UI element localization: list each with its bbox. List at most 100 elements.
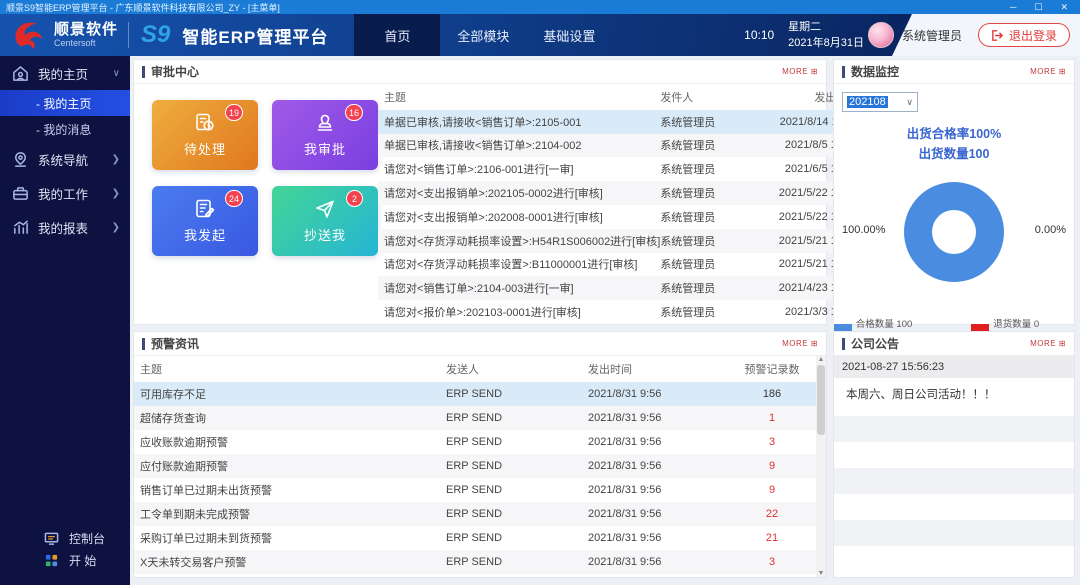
- donut-label-left: 100.00%: [842, 224, 885, 236]
- nav-tab-home[interactable]: 首页: [354, 14, 440, 56]
- sidebar-group-my-reports[interactable]: 我的报表 ❯: [0, 210, 130, 244]
- monitor-panel-head: 数据监控 MORE ⊞: [834, 60, 1074, 84]
- maximize-button[interactable]: ☐: [1034, 2, 1042, 13]
- approval-row[interactable]: 请您对<支出报销单>:202008-0001进行[审核] 系统管理员 2021/…: [378, 205, 864, 229]
- scroll-up-icon[interactable]: ▲: [818, 356, 825, 363]
- sidebar-group-my-work[interactable]: 我的工作 ❯: [0, 176, 130, 210]
- approval-row[interactable]: 请您对<销售订单>:2106-001进行[一审] 系统管理员 2021/6/5 …: [378, 157, 864, 181]
- cc-me-card[interactable]: 2 抄送我: [272, 186, 378, 256]
- clock-time: 10:10: [744, 28, 774, 42]
- approval-more-link[interactable]: MORE ⊞: [782, 67, 818, 76]
- sidebar-item-my-messages[interactable]: - 我的消息: [0, 116, 130, 142]
- approval-table-header: 主题 发件人 发出时间: [378, 84, 864, 110]
- alert-row[interactable]: 工令单到期未完成预警 ERP SEND 2021/8/31 9:56 22: [134, 502, 816, 526]
- alert-row[interactable]: 可用库存不足 ERP SEND 2021/8/31 9:56 186: [134, 382, 816, 406]
- alerts-more-link[interactable]: MORE ⊞: [782, 339, 818, 348]
- notice-panel-title: 公司公告: [851, 335, 899, 352]
- notice-timestamp: 2021-08-27 15:56:23: [834, 356, 1074, 378]
- console-button[interactable]: 控制台: [44, 527, 130, 549]
- approval-row[interactable]: 请您对<存货浮动耗损率设置>:H54R1S006002进行[审核] 系统管理员 …: [378, 229, 864, 253]
- briefcase-icon: [12, 185, 29, 202]
- title-bar-accent: [142, 338, 145, 350]
- main-nav: 首页 全部模块 基础设置: [354, 14, 612, 56]
- initiated-card[interactable]: 24 我发起: [152, 186, 258, 256]
- clock-weekday: 星期二: [788, 21, 821, 33]
- pending-count-badge: 19: [225, 104, 243, 121]
- sidebar-group-label: 系统导航: [38, 150, 88, 169]
- product-title: 智能ERP管理平台: [182, 23, 328, 48]
- alert-row[interactable]: 采购订单已过期未到货预警 ERP SEND 2021/8/31 9:56 21: [134, 526, 816, 550]
- chevron-down-icon: ∨: [113, 68, 120, 79]
- scroll-down-icon[interactable]: ▼: [818, 570, 825, 577]
- notice-empty-row: [834, 442, 1074, 468]
- col-count: 预警记录数: [734, 361, 810, 377]
- approval-row[interactable]: 单据已审核,请接收<销售订单>:2105-001 系统管理员 2021/8/14…: [378, 110, 864, 134]
- pending-card-label: 待处理: [184, 139, 226, 158]
- nav-tab-basic-settings[interactable]: 基础设置: [526, 14, 612, 56]
- home-icon: [12, 65, 29, 82]
- location-pin-icon: [12, 151, 29, 168]
- approval-row[interactable]: 请您对<报价单>:202103-0001进行[审核] 系统管理员 2021/3/…: [378, 300, 864, 324]
- brand-name-cn: 顺景软件: [54, 22, 118, 37]
- sidebar-children: - 我的主页 - 我的消息: [0, 90, 130, 142]
- alert-row[interactable]: X天未转交易客户预警 ERP SEND 2021/8/31 9:56 3: [134, 550, 816, 574]
- approval-row[interactable]: 请您对<存货浮动耗损率设置>:B11000001进行[审核] 系统管理员 202…: [378, 253, 864, 277]
- cc-me-count-badge: 2: [346, 190, 363, 207]
- notice-empty-row: [834, 416, 1074, 442]
- my-approvals-card-label: 我审批: [304, 139, 346, 158]
- scroll-thumb[interactable]: [817, 365, 825, 435]
- doc-edit-icon: [194, 198, 216, 220]
- alerts-table: 主题 发送人 发出时间 预警记录数 可用库存不足 ERP SEND 2021/8…: [134, 356, 826, 577]
- brand: 顺景软件 Centersoft S9 智能ERP管理平台: [0, 18, 328, 52]
- approval-row[interactable]: 请您对<销售订单>:2104-003进行[一审] 系统管理员 2021/4/23…: [378, 276, 864, 300]
- alerts-scrollbar[interactable]: ▲ ▼: [816, 356, 826, 577]
- window-title: 顺景S9智能ERP管理平台 - 广东顺景软件科技有限公司_ZY - [主菜单]: [6, 1, 280, 14]
- nav-tab-all-modules[interactable]: 全部模块: [440, 14, 526, 56]
- minimize-button[interactable]: ─: [1010, 2, 1016, 13]
- initiated-card-label: 我发起: [184, 225, 226, 244]
- approval-row[interactable]: 单据已审核,请接收<销售订单>:2104-002 系统管理员 2021/8/5 …: [378, 134, 864, 158]
- approval-row[interactable]: 请您对<支出报销单>:202105-0002进行[审核] 系统管理员 2021/…: [378, 181, 864, 205]
- title-bar-accent: [142, 66, 145, 78]
- chart-title-line2: 出货数量100: [834, 144, 1074, 164]
- notice-more-link[interactable]: MORE ⊞: [1030, 339, 1066, 348]
- alert-row[interactable]: 销售订单已过期未出货预警 ERP SEND 2021/8/31 9:56 9: [134, 478, 816, 502]
- sidebar: 我的主页 ∨ - 我的主页 - 我的消息 系统导航 ❯ 我的工作 ❯ 我的报表 …: [0, 56, 130, 585]
- sidebar-group-label: 我的工作: [38, 184, 88, 203]
- chevron-right-icon: ❯: [112, 188, 120, 199]
- console-label: 控制台: [69, 530, 105, 547]
- my-approvals-card[interactable]: 16 我审批: [272, 100, 378, 170]
- brand-names: 顺景软件 Centersoft: [54, 22, 129, 48]
- notice-content[interactable]: 本周六、周日公司活动！！！: [834, 378, 1074, 416]
- chevron-right-icon: ❯: [112, 154, 120, 165]
- approval-panel-head: 审批中心 MORE ⊞: [134, 60, 826, 84]
- start-button[interactable]: 开 始: [44, 549, 130, 571]
- alert-row[interactable]: 应收账款逾期预警 ERP SEND 2021/8/31 9:56 3: [134, 430, 816, 454]
- user-avatar[interactable]: [868, 22, 894, 48]
- cc-me-card-label: 抄送我: [304, 225, 346, 244]
- title-bar-accent: [842, 338, 845, 350]
- approval-table: 主题 发件人 发出时间 单据已审核,请接收<销售订单>:2105-001 系统管…: [378, 84, 874, 324]
- clock-date: 星期二 2021年8月31日: [788, 19, 864, 52]
- alert-row[interactable]: 超储存货查询 ERP SEND 2021/8/31 9:56 1: [134, 406, 816, 430]
- sidebar-group-my-home[interactable]: 我的主页 ∨: [0, 56, 130, 90]
- close-button[interactable]: ✕: [1060, 2, 1068, 13]
- title-bar-accent: [842, 66, 845, 78]
- logout-button[interactable]: 退出登录: [978, 23, 1070, 47]
- chart-title: 出货合格率100% 出货数量100: [834, 124, 1074, 164]
- alerts-panel-head: 预警资讯 MORE ⊞: [134, 332, 826, 356]
- notice-panel-head: 公司公告 MORE ⊞: [834, 332, 1074, 356]
- pending-card[interactable]: 19 待处理: [152, 100, 258, 170]
- s9-logo: S9: [141, 21, 170, 49]
- alerts-panel: 预警资讯 MORE ⊞ 主题 发送人 发出时间 预警记录数 可用库存不足 ERP…: [133, 331, 827, 578]
- company-logo-icon: [12, 18, 46, 52]
- chart-title-line1: 出货合格率100%: [834, 124, 1074, 144]
- monitor-panel-title: 数据监控: [851, 63, 899, 80]
- sidebar-item-my-home[interactable]: - 我的主页: [0, 90, 130, 116]
- sidebar-group-system-nav[interactable]: 系统导航 ❯: [0, 142, 130, 176]
- header-dark-band: 顺景软件 Centersoft S9 智能ERP管理平台 首页 全部模块 基础设…: [0, 14, 912, 56]
- period-dropdown[interactable]: 202108 ∨: [842, 92, 918, 112]
- alert-row[interactable]: 应付账款逾期预警 ERP SEND 2021/8/31 9:56 9: [134, 454, 816, 478]
- monitor-more-link[interactable]: MORE ⊞: [1030, 67, 1066, 76]
- my-approvals-count-badge: 16: [345, 104, 363, 121]
